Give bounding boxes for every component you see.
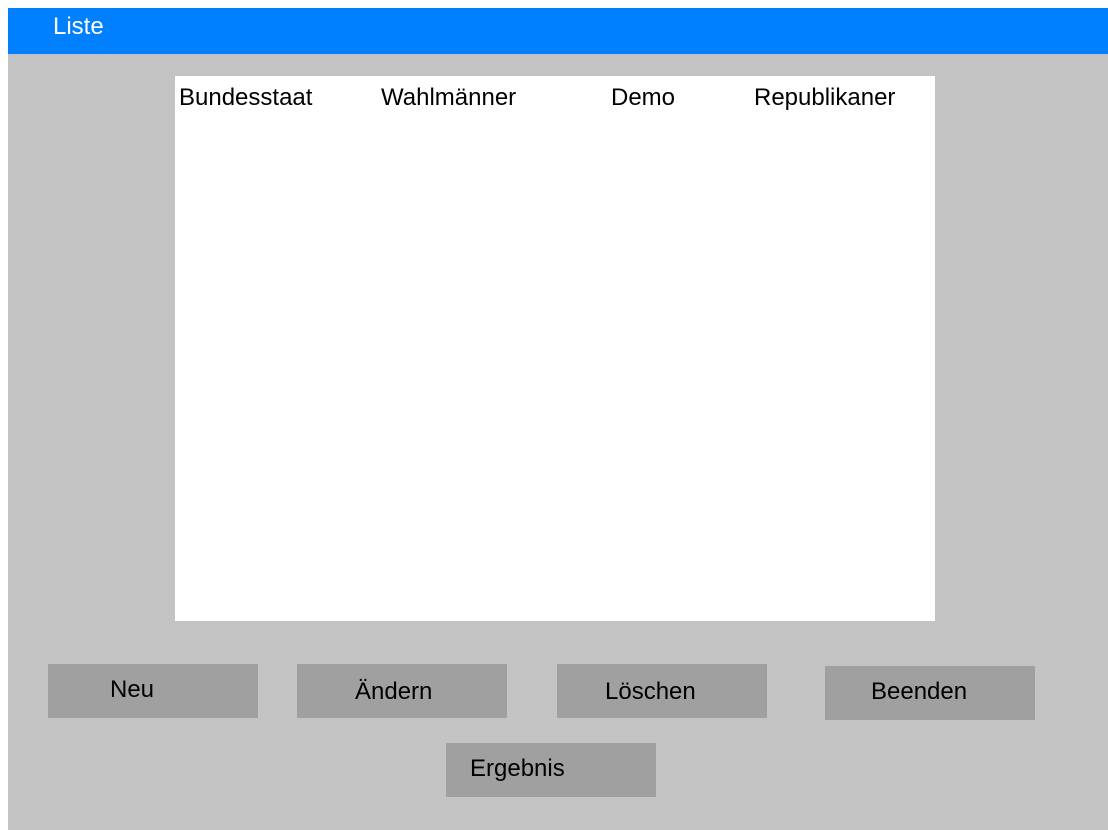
exit-button[interactable]: Beenden bbox=[825, 666, 1035, 720]
window-title: Liste bbox=[53, 13, 104, 40]
result-button-label: Ergebnis bbox=[470, 755, 565, 782]
edit-button-label: Ändern bbox=[355, 678, 433, 705]
title-bar[interactable]: Liste bbox=[8, 8, 1108, 54]
exit-button-label: Beenden bbox=[871, 678, 968, 705]
column-header-republicans: Republikaner bbox=[754, 84, 896, 111]
column-header-democrats: Demo bbox=[611, 84, 676, 111]
column-header-electors: Wahlmänner bbox=[381, 84, 517, 111]
edit-button[interactable]: Ändern bbox=[297, 664, 507, 718]
delete-button[interactable]: Löschen bbox=[557, 664, 767, 718]
new-button[interactable]: Neu bbox=[48, 664, 258, 718]
delete-button-label: Löschen bbox=[605, 678, 696, 705]
result-button[interactable]: Ergebnis bbox=[446, 743, 656, 797]
main-window: Liste Bundesstaat Wahlmänner Demo Republ… bbox=[8, 8, 1108, 830]
state-list[interactable]: Bundesstaat Wahlmänner Demo Republikaner bbox=[175, 76, 935, 621]
column-header-state: Bundesstaat bbox=[179, 84, 313, 111]
new-button-label: Neu bbox=[110, 676, 155, 703]
